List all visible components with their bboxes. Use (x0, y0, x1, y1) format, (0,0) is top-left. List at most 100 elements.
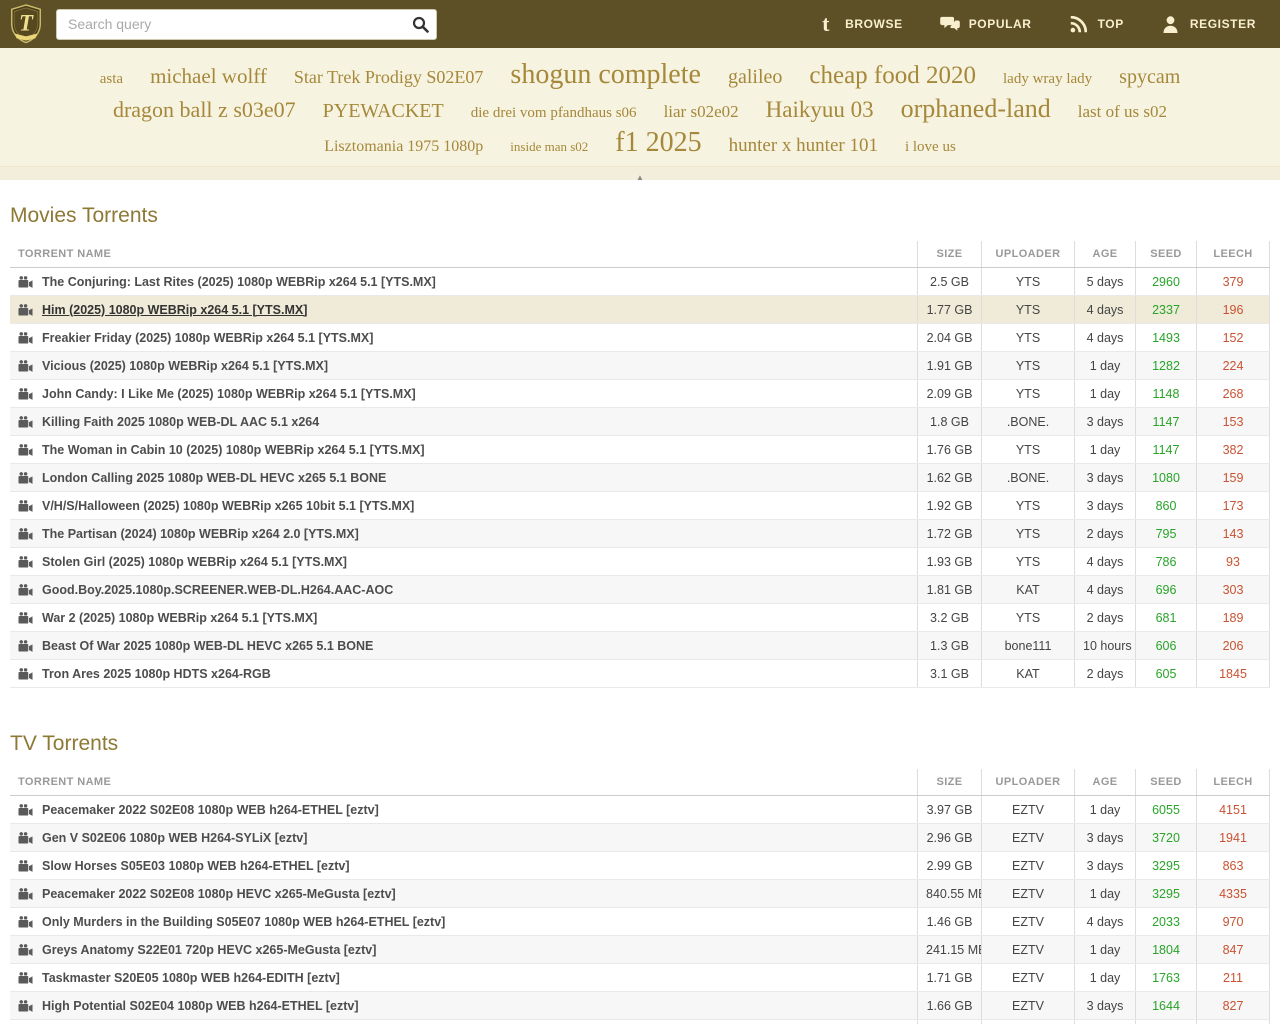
leech-cell: 93 (1196, 547, 1270, 576)
search-input[interactable] (56, 8, 437, 40)
tag-link[interactable]: orphaned-land (901, 94, 1051, 124)
torrent-name-link[interactable]: The Woman in Cabin 10 (2025) 1080p WEBRi… (42, 443, 425, 457)
torrent-row: Freakier Friday (2025) 1080p WEBRip x264… (10, 323, 1270, 352)
leech-cell: 863 (1196, 851, 1270, 880)
tag-link[interactable]: michael wolff (150, 64, 267, 89)
torrent-name-link[interactable]: London Calling 2025 1080p WEB-DL HEVC x2… (42, 471, 386, 485)
torrent-name-link[interactable]: High Potential S02E04 1080p WEB h264-ETH… (42, 999, 359, 1013)
rss-signal-icon (1069, 14, 1089, 34)
movie-camera-icon (18, 331, 33, 344)
torrent-name-link[interactable]: Killing Faith 2025 1080p WEB-DL AAC 5.1 … (42, 415, 319, 429)
tag-link[interactable]: galileo (728, 66, 782, 89)
leech-cell: 970 (1196, 907, 1270, 936)
tag-cloud-collapse-bar[interactable]: ▲ (0, 166, 1280, 182)
age-cell: 4 days (1074, 295, 1136, 324)
size-cell: 2.09 GB (917, 379, 982, 408)
torrent-name-link[interactable]: War 2 (2025) 1080p WEBRip x264 5.1 [YTS.… (42, 611, 317, 625)
torrent-name-link[interactable]: Tron Ares 2025 1080p HDTS x264-RGB (42, 667, 271, 681)
torrent-row: Only Murders in the Building S05E07 1080… (10, 907, 1270, 936)
tag-link[interactable]: PYEWACKET (323, 100, 444, 123)
leech-cell: 827 (1196, 991, 1270, 1020)
torrent-row: Good.Boy.2025.1080p.SCREENER.WEB-DL.H264… (10, 575, 1270, 604)
size-cell: 3.13 GB (917, 1019, 982, 1024)
torrent-name-link[interactable]: Freakier Friday (2025) 1080p WEBRip x264… (42, 331, 373, 345)
leech-cell: 159 (1196, 463, 1270, 492)
uploader-cell: YTS (981, 295, 1075, 324)
movies-section-title: Movies Torrents (10, 204, 158, 227)
age-cell: 10 hours (1074, 631, 1136, 660)
torrent-name-link[interactable]: Stolen Girl (2025) 1080p WEBRip x264 5.1… (42, 555, 347, 569)
movie-camera-icon (18, 803, 33, 816)
torrent-name-link[interactable]: Vicious (2025) 1080p WEBRip x264 5.1 [YT… (42, 359, 328, 373)
tag-link[interactable]: lady wray lady (1003, 71, 1092, 88)
age-cell: 3 days (1074, 407, 1136, 436)
column-header-torrent-name: TORRENT NAME (10, 769, 918, 796)
movie-camera-icon (18, 303, 33, 316)
age-cell: 3 days (1074, 463, 1136, 492)
user-icon (1161, 14, 1181, 34)
tag-link[interactable]: i love us (905, 139, 956, 156)
torrent-name-cell: High Potential S02E04 1080p WEB h264-ETH… (10, 991, 918, 1020)
uploader-cell: EZTV (981, 991, 1075, 1020)
nav-item-top[interactable]: TOP (1069, 14, 1124, 34)
search-button[interactable] (406, 12, 434, 37)
torrent-name-link[interactable]: Greys Anatomy S22E01 720p HEVC x265-MeGu… (42, 943, 376, 957)
torrent-row: Beast Of War 2025 1080p WEB-DL HEVC x265… (10, 631, 1270, 660)
torrent-row: High Potential S02E04 1080p WEB h264-ETH… (10, 991, 1270, 1020)
age-cell: 1 day (1074, 435, 1136, 464)
age-cell: 2 days (1074, 603, 1136, 632)
tag-link[interactable]: Star Trek Prodigy S02E07 (294, 67, 484, 88)
torrent-name-link[interactable]: Gen V S02E06 1080p WEB H264-SYLiX [eztv] (42, 831, 307, 845)
tag-link[interactable]: hunter x hunter 101 (729, 135, 878, 157)
torrent-name-cell: The Conjuring: Last Rites (2025) 1080p W… (10, 267, 918, 296)
torrent-name-link[interactable]: Peacemaker 2022 S02E08 1080p HEVC x265-M… (42, 887, 396, 901)
torrent-name-link[interactable]: Peacemaker 2022 S02E08 1080p WEB h264-ET… (42, 803, 379, 817)
torrent-name-cell: Only Murders in the Building S05E07 1080… (10, 907, 918, 936)
seed-cell: 1493 (1135, 323, 1197, 352)
browse-t-icon: t (822, 11, 831, 36)
movie-camera-icon (18, 943, 33, 956)
torrent-name-link[interactable]: Slow Horses S05E03 1080p WEB h264-ETHEL … (42, 859, 350, 873)
torrent-name-link[interactable]: Good.Boy.2025.1080p.SCREENER.WEB-DL.H264… (42, 583, 393, 597)
torrent-name-link[interactable]: Only Murders in the Building S05E07 1080… (42, 915, 445, 929)
torrent-name-link[interactable]: John Candy: I Like Me (2025) 1080p WEBRi… (42, 387, 416, 401)
tag-link[interactable]: liar s02e02 (664, 102, 739, 122)
torrent-row: The Woman in Cabin 10 (2025) 1080p WEBRi… (10, 435, 1270, 464)
torrent-name-link[interactable]: The Conjuring: Last Rites (2025) 1080p W… (42, 275, 436, 289)
tag-link[interactable]: asta (100, 71, 123, 88)
tag-link[interactable]: Lisztomania 1975 1080p (324, 138, 483, 156)
torrent-name-link[interactable]: Beast Of War 2025 1080p WEB-DL HEVC x265… (42, 639, 373, 653)
size-cell: 1.91 GB (917, 351, 982, 380)
site-logo[interactable]: T (7, 4, 45, 44)
movie-camera-icon (18, 887, 33, 900)
tag-link[interactable]: cheap food 2020 (809, 62, 976, 90)
nav-item-register[interactable]: REGISTER (1161, 14, 1256, 34)
size-cell: 1.46 GB (917, 907, 982, 936)
torrent-name-link[interactable]: V/H/S/Halloween (2025) 1080p WEBRip x265… (42, 499, 414, 513)
size-cell: 2.99 GB (917, 851, 982, 880)
leech-cell: 211 (1196, 963, 1270, 992)
torrent-name-link[interactable]: Taskmaster S20E05 1080p WEB h264-EDITH [… (42, 971, 340, 985)
seed-cell: 605 (1135, 659, 1197, 688)
tag-link[interactable]: f1 2025 (615, 127, 701, 159)
age-cell: 1 day (1074, 879, 1136, 908)
tag-link[interactable]: dragon ball z s03e07 (113, 97, 296, 123)
uploader-cell: EZTV (981, 823, 1075, 852)
tag-link[interactable]: spycam (1119, 66, 1180, 89)
column-header-size: SIZE (917, 241, 982, 268)
tv-section-title: TV Torrents (10, 732, 119, 755)
tag-link[interactable]: inside man s02 (510, 139, 588, 155)
tv-section: TV Torrents TORRENT NAME SIZE UPLOADER AGE S… (10, 732, 1270, 1024)
tag-link[interactable]: Haikyuu 03 (766, 97, 874, 123)
tag-link[interactable]: last of us s02 (1078, 102, 1167, 122)
column-header-size: SIZE (917, 769, 982, 796)
torrent-name-cell: Gen V S02E06 1080p WEB H264-SYLiX [eztv] (10, 823, 918, 852)
tag-link[interactable]: shogun complete (510, 59, 701, 91)
collapse-arrow-icon: ▲ (636, 173, 644, 182)
tag-link[interactable]: die drei vom pfandhaus s06 (471, 105, 637, 122)
topbar: T t BROWSE POPULAR TOP REGISTER (0, 0, 1280, 48)
nav-item-popular[interactable]: POPULAR (939, 14, 1032, 34)
torrent-name-link[interactable]: Him (2025) 1080p WEBRip x264 5.1 [YTS.MX… (42, 303, 307, 317)
torrent-name-link[interactable]: The Partisan (2024) 1080p WEBRip x264 2.… (42, 527, 359, 541)
nav-item-browse[interactable]: t BROWSE (816, 11, 903, 36)
